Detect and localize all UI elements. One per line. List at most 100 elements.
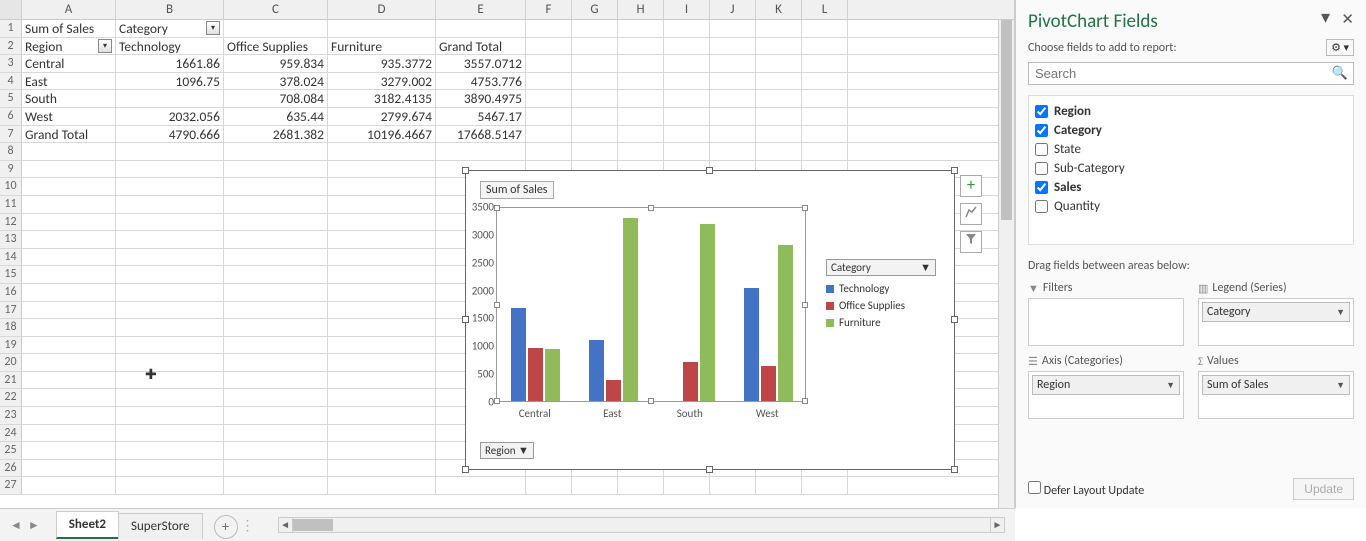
chart-styles-button[interactable] bbox=[960, 203, 982, 225]
col-header-I[interactable]: I bbox=[664, 0, 710, 19]
cell[interactable] bbox=[664, 73, 710, 90]
field-item-quantity[interactable]: Quantity bbox=[1033, 197, 1349, 216]
defer-layout-checkbox[interactable]: Defer Layout Update bbox=[1028, 481, 1144, 498]
field-checkbox[interactable] bbox=[1035, 162, 1048, 175]
cell[interactable] bbox=[22, 337, 116, 354]
cell[interactable] bbox=[224, 477, 328, 494]
sheet-tab-sheet2[interactable]: Sheet2 bbox=[56, 511, 119, 539]
chart-elements-button[interactable]: + bbox=[960, 175, 982, 197]
cell[interactable] bbox=[572, 55, 618, 72]
cell[interactable]: 935.3772 bbox=[328, 55, 436, 72]
cell[interactable] bbox=[664, 90, 710, 107]
cell[interactable] bbox=[436, 477, 526, 494]
col-header-E[interactable]: E bbox=[436, 0, 526, 19]
gear-icon[interactable]: ⚙ ▾ bbox=[1326, 39, 1354, 56]
field-list[interactable]: RegionCategoryStateSub-CategorySalesQuan… bbox=[1028, 95, 1354, 245]
cell[interactable] bbox=[526, 108, 572, 125]
cell[interactable] bbox=[22, 214, 116, 231]
pane-options-button[interactable]: ▾ bbox=[1321, 12, 1330, 22]
cell[interactable] bbox=[572, 143, 618, 160]
update-button[interactable]: Update bbox=[1293, 478, 1354, 500]
bar[interactable] bbox=[589, 340, 604, 401]
cell[interactable] bbox=[802, 20, 848, 37]
row-header[interactable]: 23 bbox=[0, 407, 22, 424]
cell[interactable] bbox=[328, 196, 436, 213]
cell[interactable] bbox=[224, 249, 328, 266]
cell[interactable] bbox=[224, 266, 328, 283]
bar[interactable] bbox=[606, 380, 621, 401]
cell[interactable] bbox=[116, 231, 224, 248]
cell[interactable] bbox=[116, 266, 224, 283]
filter-dropdown-button[interactable]: ▾ bbox=[98, 39, 112, 53]
row-header[interactable]: 3 bbox=[0, 55, 22, 72]
col-header-H[interactable]: H bbox=[618, 0, 664, 19]
row-header[interactable]: 16 bbox=[0, 284, 22, 301]
cell[interactable] bbox=[802, 477, 848, 494]
col-header-K[interactable]: K bbox=[756, 0, 802, 19]
cell[interactable] bbox=[224, 425, 328, 442]
cell[interactable] bbox=[664, 126, 710, 143]
cell[interactable] bbox=[22, 266, 116, 283]
pivot-chart[interactable]: Sum of Sales 050010001500200025003000350… bbox=[465, 170, 955, 470]
cell[interactable] bbox=[756, 38, 802, 55]
col-header-D[interactable]: D bbox=[328, 0, 436, 19]
cell[interactable]: 3557.0712 bbox=[436, 55, 526, 72]
chart-title[interactable]: Sum of Sales bbox=[480, 181, 554, 199]
field-checkbox[interactable] bbox=[1035, 143, 1048, 156]
row-header[interactable]: 14 bbox=[0, 249, 22, 266]
cell[interactable] bbox=[802, 108, 848, 125]
cell[interactable] bbox=[710, 108, 756, 125]
row-header[interactable]: 25 bbox=[0, 442, 22, 459]
row-header[interactable]: 5 bbox=[0, 90, 22, 107]
cell[interactable] bbox=[664, 477, 710, 494]
cell[interactable]: 17668.5147 bbox=[436, 126, 526, 143]
col-header-B[interactable]: B bbox=[116, 0, 224, 19]
cell[interactable] bbox=[572, 477, 618, 494]
cell[interactable] bbox=[526, 20, 572, 37]
cell[interactable] bbox=[116, 214, 224, 231]
field-checkbox[interactable] bbox=[1035, 200, 1048, 213]
field-checkbox[interactable] bbox=[1035, 181, 1048, 194]
cell[interactable] bbox=[116, 90, 224, 107]
cell[interactable] bbox=[802, 126, 848, 143]
field-checkbox[interactable] bbox=[1035, 105, 1048, 118]
row-header[interactable]: 10 bbox=[0, 178, 22, 195]
filters-area[interactable]: ▼Filters bbox=[1028, 281, 1184, 346]
cell[interactable] bbox=[22, 425, 116, 442]
row-header[interactable]: 27 bbox=[0, 477, 22, 494]
cell[interactable] bbox=[22, 284, 116, 301]
cell[interactable]: Grand Total bbox=[436, 38, 526, 55]
cell[interactable] bbox=[756, 126, 802, 143]
cell[interactable] bbox=[116, 460, 224, 477]
cell[interactable] bbox=[328, 337, 436, 354]
cell[interactable] bbox=[328, 161, 436, 178]
cell[interactable] bbox=[22, 161, 116, 178]
add-sheet-button[interactable]: + bbox=[214, 515, 238, 539]
cell[interactable] bbox=[328, 284, 436, 301]
values-area[interactable]: ΣValues Sum of Sales▼ bbox=[1198, 354, 1354, 419]
cell[interactable] bbox=[328, 178, 436, 195]
row-header[interactable]: 15 bbox=[0, 266, 22, 283]
cell[interactable] bbox=[224, 389, 328, 406]
bar[interactable] bbox=[778, 245, 793, 401]
cell[interactable] bbox=[224, 460, 328, 477]
cell[interactable] bbox=[802, 143, 848, 160]
cell[interactable] bbox=[328, 319, 436, 336]
cell[interactable] bbox=[328, 214, 436, 231]
cell[interactable] bbox=[22, 354, 116, 371]
bar[interactable] bbox=[511, 308, 526, 401]
cell[interactable]: 635.44 bbox=[224, 108, 328, 125]
cell[interactable] bbox=[328, 442, 436, 459]
cell[interactable]: 2799.674 bbox=[328, 108, 436, 125]
cell[interactable] bbox=[328, 143, 436, 160]
cell[interactable] bbox=[224, 337, 328, 354]
field-item-region[interactable]: Region bbox=[1033, 102, 1349, 121]
bar[interactable] bbox=[623, 218, 638, 401]
bar[interactable] bbox=[700, 224, 715, 401]
field-item-sub-category[interactable]: Sub-Category bbox=[1033, 159, 1349, 178]
field-item-category[interactable]: Category bbox=[1033, 121, 1349, 140]
cell[interactable]: 3890.4975 bbox=[436, 90, 526, 107]
cell[interactable] bbox=[116, 196, 224, 213]
cell[interactable] bbox=[618, 477, 664, 494]
cell[interactable] bbox=[664, 55, 710, 72]
